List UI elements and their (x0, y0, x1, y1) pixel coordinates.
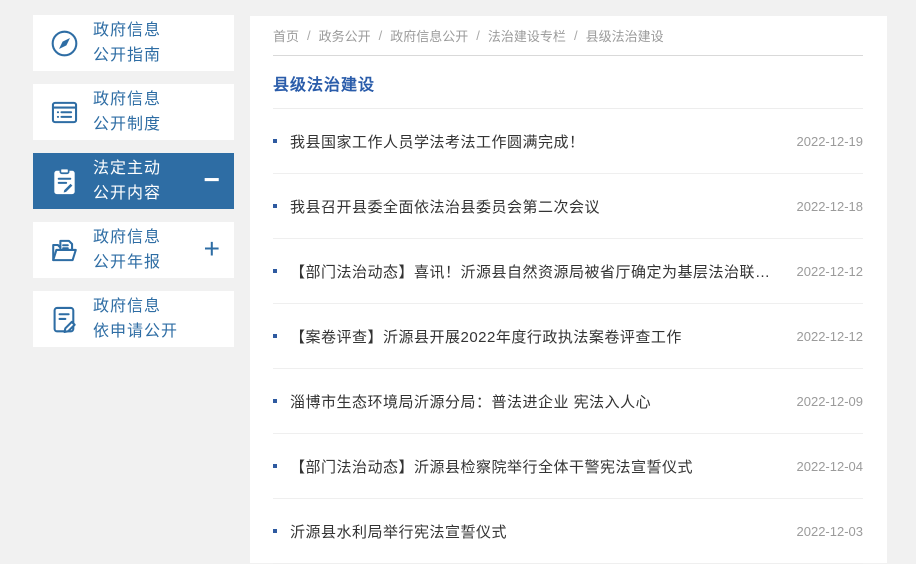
doc-pen-icon (45, 300, 83, 338)
bullet-icon (273, 204, 277, 208)
article-date: 2022-12-18 (796, 198, 864, 214)
breadcrumb-item[interactable]: 政务公开 (319, 26, 371, 45)
collapse-icon[interactable]: − (204, 166, 220, 196)
article-link[interactable]: 淄博市生态环境局沂源分局：普法进企业 宪法入人心 (290, 391, 797, 412)
article-link[interactable]: 【部门法治动态】沂源县检察院举行全体干警宪法宣誓仪式 (290, 456, 797, 477)
article-link[interactable]: 我县国家工作人员学法考法工作圆满完成！ (290, 131, 797, 152)
article-list: 我县国家工作人员学法考法工作圆满完成！ 2022-12-19 我县召开县委全面依… (273, 109, 863, 564)
article-row: 沂源县水利局举行宪法宣誓仪式 2022-12-03 (273, 499, 863, 564)
article-date: 2022-12-12 (796, 263, 864, 279)
article-row: 我县召开县委全面依法治县委员会第二次会议 2022-12-18 (273, 174, 863, 239)
article-row: 【案卷评查】沂源县开展2022年度行政执法案卷评查工作 2022-12-12 (273, 304, 863, 369)
sidebar-item[interactable]: 政府信息 依申请公开 (33, 291, 234, 347)
sidebar-item[interactable]: 法定主动 公开内容 − (33, 153, 234, 209)
article-row: 【部门法治动态】沂源县检察院举行全体干警宪法宣誓仪式 2022-12-04 (273, 434, 863, 499)
bullet-icon (273, 269, 277, 273)
bullet-icon (273, 139, 277, 143)
article-row: 我县国家工作人员学法考法工作圆满完成！ 2022-12-19 (273, 109, 863, 174)
breadcrumb-item[interactable]: 首页 (273, 26, 299, 45)
sidebar-item-label: 政府信息 公开年报 (93, 229, 162, 271)
sidebar-item[interactable]: 政府信息 公开指南 (33, 15, 234, 71)
expand-icon[interactable]: + (204, 235, 220, 265)
document-list-icon (45, 93, 83, 131)
article-date: 2022-12-12 (796, 328, 864, 344)
sidebar-item-label: 政府信息 依申请公开 (93, 298, 179, 340)
breadcrumb: 首页 / 政务公开 / 政府信息公开 / 法治建设专栏 / 县级法治建设 (273, 16, 863, 56)
sidebar-item-label: 政府信息 公开指南 (93, 22, 162, 64)
breadcrumb-separator: / (573, 28, 578, 43)
sidebar-item[interactable]: 政府信息 公开年报 + (33, 222, 234, 278)
breadcrumb-separator: / (307, 28, 311, 43)
article-link[interactable]: 【部门法治动态】喜讯！沂源县自然资源局被省厅确定为基层法治联系点 (290, 261, 797, 282)
article-date: 2022-12-04 (796, 458, 864, 474)
article-link[interactable]: 【案卷评查】沂源县开展2022年度行政执法案卷评查工作 (290, 326, 797, 347)
sidebar-item-label: 法定主动 公开内容 (93, 160, 162, 202)
folder-doc-icon (45, 231, 83, 269)
sidebar: 政府信息 公开指南 政府信息 公开制度 法定主动 公开内容 − 政府信息 公开年… (33, 15, 234, 360)
article-link[interactable]: 我县召开县委全面依法治县委员会第二次会议 (290, 196, 797, 217)
article-row: 淄博市生态环境局沂源分局：普法进企业 宪法入人心 2022-12-09 (273, 369, 863, 434)
clipboard-pen-icon (45, 162, 83, 200)
bullet-icon (273, 399, 277, 403)
article-date: 2022-12-03 (796, 523, 864, 539)
bullet-icon (273, 334, 277, 338)
article-date: 2022-12-19 (796, 133, 864, 149)
article-date: 2022-12-09 (796, 393, 864, 409)
article-link[interactable]: 沂源县水利局举行宪法宣誓仪式 (290, 521, 797, 542)
breadcrumb-separator: / (476, 28, 480, 43)
breadcrumb-item[interactable]: 政府信息公开 (390, 26, 468, 45)
bullet-icon (273, 464, 277, 468)
sidebar-item[interactable]: 政府信息 公开制度 (33, 84, 234, 140)
sidebar-item-label: 政府信息 公开制度 (93, 91, 162, 133)
breadcrumb-item[interactable]: 县级法治建设 (586, 26, 664, 45)
breadcrumb-item[interactable]: 法治建设专栏 (488, 26, 566, 45)
article-row: 【部门法治动态】喜讯！沂源县自然资源局被省厅确定为基层法治联系点 2022-12… (273, 239, 863, 304)
bullet-icon (273, 529, 277, 533)
page: 政府信息 公开指南 政府信息 公开制度 法定主动 公开内容 − 政府信息 公开年… (0, 0, 916, 564)
page-title: 县级法治建设 (273, 56, 863, 109)
content-panel: 首页 / 政务公开 / 政府信息公开 / 法治建设专栏 / 县级法治建设 县级法治建设 我县国家… (250, 16, 887, 564)
compass-icon (45, 24, 83, 62)
breadcrumb-separator: / (378, 28, 383, 43)
